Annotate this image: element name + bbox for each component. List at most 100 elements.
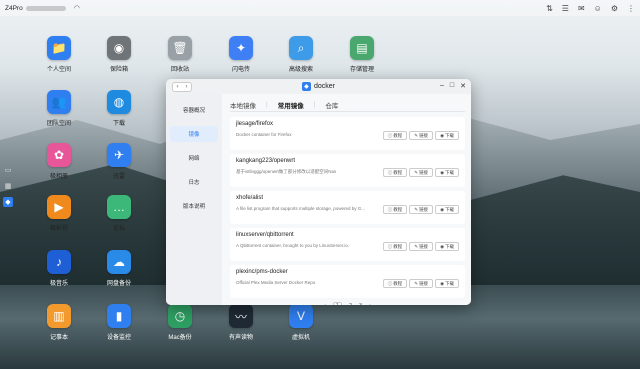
mac-backup-icon: ◷ <box>168 304 192 328</box>
desktop-app-label: 迅雷 <box>112 174 125 180</box>
back-icon[interactable]: ‹ <box>173 83 182 91</box>
image-actions: ⓘ 教程 ✎ 链接 ◉ 下载 <box>382 279 459 288</box>
desktop-app-xunlei[interactable]: ✈ 迅雷 <box>94 143 144 180</box>
desktop-app-label: 极音乐 <box>49 281 68 287</box>
image-list: jlesage/firefox Docker container for Fire… <box>230 117 465 298</box>
tab-repository[interactable]: 仓库 <box>325 100 338 110</box>
page-1[interactable]: 1 <box>332 302 342 305</box>
desktop-app-download[interactable]: ◍ 下载 <box>94 90 144 127</box>
device-monitor-icon: ▮ <box>107 304 131 328</box>
desktop-app-storage-manager[interactable]: ▤ 存储管理 <box>337 36 387 73</box>
desktop-app-device-monitor[interactable]: ▮ 设备监控 <box>94 304 144 341</box>
user-icon[interactable]: ☺ <box>594 4 602 13</box>
desktop-app-mac-backup[interactable]: ◷ Mac备份 <box>155 304 205 341</box>
photo-album-icon: ✿ <box>47 143 71 167</box>
sidebar-item-release-notes[interactable]: 版本说明 <box>170 198 218 214</box>
download-button[interactable]: ◉ 下载 <box>435 279 459 288</box>
tutorial-label: 教程 <box>393 280 403 286</box>
link-button[interactable]: ✎ 链接 <box>409 168 434 177</box>
forward-icon[interactable]: › <box>182 83 191 91</box>
tutorial-button[interactable]: ⓘ 教程 <box>382 131 408 140</box>
download-button[interactable]: ◉ 下载 <box>435 205 459 214</box>
desktop-app-photo-album[interactable]: ✿ 极相册 <box>34 143 84 180</box>
eye-icon: ◉ <box>440 280 444 286</box>
desktop-app-virtual-machine[interactable]: V 虚拟机 <box>276 304 326 341</box>
download-button[interactable]: ◉ 下载 <box>435 131 459 140</box>
page-2[interactable]: 2 <box>349 303 352 305</box>
prev-page-icon[interactable]: ‹ <box>324 303 326 305</box>
image-card: linuxserver/qbittorrent A Qbittorrent con… <box>230 228 465 261</box>
maximize-icon[interactable]: □ <box>450 82 454 90</box>
info-icon: ⓘ <box>387 243 393 249</box>
next-page-icon[interactable]: › <box>369 303 371 305</box>
tutorial-button[interactable]: ⓘ 教程 <box>382 168 408 177</box>
list-icon[interactable]: ☰ <box>562 4 569 13</box>
link-icon: ✎ <box>414 243 419 249</box>
minimize-icon[interactable]: – <box>440 82 444 90</box>
desktop-app-label: 网盘备份 <box>106 281 131 287</box>
image-description: 基于istlinggg/openwrt做了部分修改以适配空间Nas <box>236 169 337 174</box>
sidebar-item-logs[interactable]: 日志 <box>170 174 218 190</box>
desktop-app-advanced-search[interactable]: ⌕ 高级搜索 <box>276 36 326 73</box>
desktop-app-music[interactable]: ♪ 极音乐 <box>34 250 84 287</box>
apps-icon[interactable]: ⋮ <box>627 4 635 13</box>
image-card: xhofe/alist A file list program that supp… <box>230 191 465 224</box>
blurred-text <box>25 5 66 11</box>
sidebar-item-images[interactable]: 镜像 <box>170 126 218 142</box>
image-actions: ⓘ 教程 ✎ 链接 ◉ 下载 <box>382 131 459 140</box>
download-button[interactable]: ◉ 下载 <box>435 242 459 251</box>
desktop-app-team-space[interactable]: 👥 团队空间 <box>34 90 84 127</box>
desktop-app-video[interactable]: ▶ 极影视 <box>34 195 84 232</box>
tab-common-images[interactable]: 常用镜像 <box>278 100 304 110</box>
download-button[interactable]: ◉ 下载 <box>435 168 459 177</box>
transfer-icon[interactable]: ⇅ <box>546 4 553 13</box>
gear-icon[interactable]: ⚙ <box>611 4 618 13</box>
hdd-icon[interactable]: ▭ <box>3 165 13 175</box>
virtual-machine-icon: V <box>289 304 313 328</box>
desktop-app-cloud-backup[interactable]: ☁ 网盘备份 <box>94 250 144 287</box>
tutorial-button[interactable]: ⓘ 教程 <box>382 205 408 214</box>
desktop-app-label: 有声读物 <box>228 335 253 341</box>
desktop-app-forum[interactable]: … 论坛 <box>94 195 144 232</box>
desktop-app-notepad[interactable]: ▥ 记事本 <box>34 304 84 341</box>
page-3[interactable]: 3 <box>359 303 362 305</box>
link-button[interactable]: ✎ 链接 <box>409 242 434 251</box>
desktop-app-label: 高级搜索 <box>288 67 313 73</box>
desktop-app-label: 存储管理 <box>349 67 374 73</box>
sidebar-item-network[interactable]: 网络 <box>170 150 218 166</box>
sidebar-item-overview[interactable]: 容器概况 <box>170 102 218 118</box>
desktop-app-recycle-bin[interactable]: 🗑 回收站 <box>155 36 205 73</box>
image-card: jlesage/firefox Docker container for Fire… <box>230 117 465 150</box>
image-card: kangkang223/openwrt 基于istlinggg/openwrt做了… <box>230 154 465 187</box>
tutorial-button[interactable]: ⓘ 教程 <box>382 242 408 251</box>
link-label: 链接 <box>419 169 429 175</box>
desktop-app-personal-space[interactable]: 📁 个人空间 <box>34 36 84 73</box>
link-button[interactable]: ✎ 链接 <box>409 205 434 214</box>
eye-icon: ◉ <box>440 169 444 175</box>
desktop-app-flash-transfer[interactable]: ✦ 闪电传 <box>216 36 266 73</box>
docker-icon[interactable]: ◆ <box>3 197 13 207</box>
link-icon: ✎ <box>414 132 419 138</box>
link-icon: ✎ <box>414 206 419 212</box>
music-icon: ♪ <box>47 250 71 274</box>
link-label: 链接 <box>419 132 429 138</box>
image-actions: ⓘ 教程 ✎ 链接 ◉ 下载 <box>382 205 459 214</box>
download-label: 下载 <box>445 132 454 138</box>
desktop-app-label: 论坛 <box>112 226 125 232</box>
desktop-app-safe[interactable]: ◉ 保险箱 <box>94 36 144 73</box>
image-actions: ⓘ 教程 ✎ 链接 ◉ 下载 <box>382 242 459 251</box>
desktop-app-audiobook[interactable]: 〰有声读物 <box>216 304 266 341</box>
mail-icon[interactable]: ✉ <box>578 4 585 13</box>
tutorial-button[interactable]: ⓘ 教程 <box>382 279 408 288</box>
apps-grid-icon[interactable]: ▦ <box>3 181 13 191</box>
tab-divider: | <box>313 101 316 108</box>
cloud-backup-icon: ☁ <box>107 250 131 274</box>
tab-local-images[interactable]: 本地镜像 <box>230 100 256 110</box>
link-button[interactable]: ✎ 链接 <box>409 131 434 140</box>
close-icon[interactable]: ✕ <box>460 82 466 90</box>
forum-icon: … <box>107 195 131 219</box>
desktop-app-label: 虚拟机 <box>291 335 310 341</box>
link-button[interactable]: ✎ 链接 <box>409 279 434 288</box>
image-card: plexinc/pms-docker Official Plex Media Se… <box>230 265 465 298</box>
image-name: jlesage/firefox <box>236 121 274 127</box>
